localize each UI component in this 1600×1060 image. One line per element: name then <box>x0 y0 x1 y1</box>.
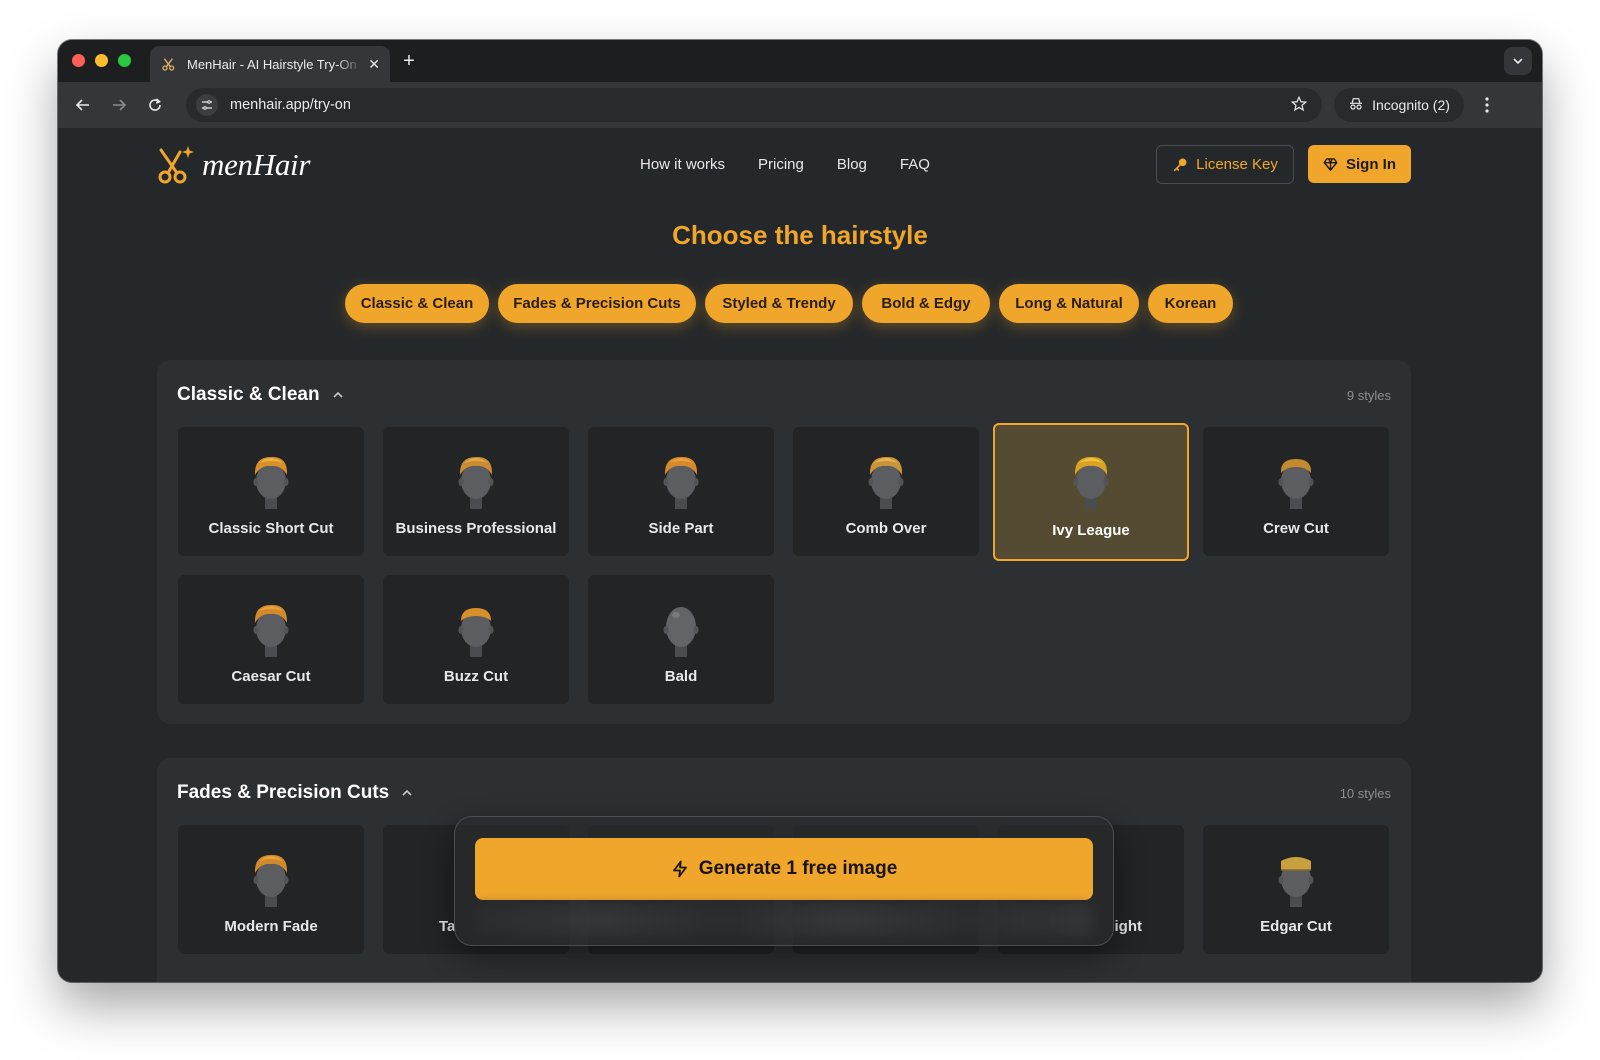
sign-in-button[interactable]: Sign In <box>1308 145 1411 183</box>
style-card-ivy-league[interactable]: Ivy League <box>993 423 1189 561</box>
section-header[interactable]: Fades & Precision Cuts <box>177 782 413 804</box>
tab-title: MenHair - AI Hairstyle Try-On <box>187 56 357 72</box>
style-card-comb-over[interactable]: Comb Over <box>793 427 979 556</box>
scissors-logo-icon <box>158 146 194 184</box>
incognito-label: Incognito (2) <box>1372 97 1450 113</box>
main-nav: How it works Pricing Blog FAQ <box>640 156 930 173</box>
nav-pricing[interactable]: Pricing <box>758 156 804 173</box>
generate-label: Generate 1 free image <box>698 858 898 879</box>
hairstyle-avatar-icon <box>1278 857 1314 907</box>
hairstyle-avatar-icon <box>663 456 699 509</box>
section-title: Fades & Precision Cuts <box>177 782 390 803</box>
style-card-edgar-cut[interactable]: Edgar Cut <box>1203 825 1389 954</box>
style-label: Ivy League <box>1052 522 1130 539</box>
browser-menu-icon[interactable] <box>1476 94 1498 116</box>
style-label: Buzz Cut <box>443 668 509 685</box>
chip-styled-trendy[interactable]: Styled & Trendy <box>705 284 853 323</box>
style-label: Crew Cut <box>1263 520 1329 537</box>
section-count: 9 styles <box>1346 388 1391 403</box>
license-key-label: License Key <box>1196 156 1278 173</box>
minimize-window-button[interactable] <box>95 54 108 67</box>
nav-faq[interactable]: FAQ <box>900 156 930 173</box>
logo-wordmark: menHair <box>202 147 311 182</box>
hairstyle-avatar-icon <box>458 608 494 657</box>
chip-bold-edgy[interactable]: Bold & Edgy <box>862 284 990 323</box>
key-icon <box>1174 158 1187 171</box>
close-window-button[interactable] <box>72 54 85 67</box>
maximize-window-button[interactable] <box>118 54 131 67</box>
hairstyle-avatar-icon <box>458 456 494 509</box>
hairstyle-avatar-icon <box>253 854 289 907</box>
site-settings-icon[interactable] <box>196 94 218 116</box>
hairstyle-avatar-icon <box>1278 459 1314 509</box>
hairstyle-avatar-icon <box>868 456 904 509</box>
style-label: Side Part <box>648 520 714 537</box>
reload-icon[interactable] <box>144 94 166 116</box>
diamond-icon <box>1323 157 1338 171</box>
license-key-button[interactable]: License Key <box>1156 145 1294 184</box>
incognito-icon <box>1348 96 1364 115</box>
style-card-caesar-cut[interactable]: Caesar Cut <box>178 575 364 704</box>
address-bar[interactable]: menhair.app/try-on <box>186 88 1322 122</box>
back-arrow-icon[interactable] <box>72 94 94 116</box>
style-label: Bald <box>664 668 698 685</box>
hairstyle-avatar-icon <box>253 604 289 657</box>
style-label: Edgar Cut <box>1260 918 1332 935</box>
sign-in-label: Sign In <box>1346 155 1396 173</box>
chevron-up-icon[interactable] <box>332 389 344 401</box>
style-card-crew-cut[interactable]: Crew Cut <box>1203 427 1389 556</box>
style-label: Comb Over <box>845 520 927 537</box>
browser-toolbar: menhair.app/try-on Incognito (2) <box>58 82 1542 128</box>
url-text: menhair.app/try-on <box>230 97 351 113</box>
incognito-button[interactable]: Incognito (2) <box>1334 88 1464 122</box>
section-classic-clean: Classic & Clean 9 styles Classic Short C… <box>157 360 1411 724</box>
nav-how-it-works[interactable]: How it works <box>640 156 725 173</box>
category-chips: Classic & Clean Fades & Precision Cuts S… <box>345 284 1233 323</box>
site-logo[interactable]: menHair <box>156 144 310 186</box>
browser-window: MenHair - AI Hairstyle Try-On ✕ + menhai… <box>58 40 1542 982</box>
style-label: Caesar Cut <box>231 668 311 685</box>
hairstyle-avatar-icon <box>253 456 289 509</box>
section-header[interactable]: Classic & Clean <box>177 384 344 406</box>
lightning-icon <box>672 860 687 878</box>
new-tab-icon[interactable]: + <box>398 50 420 72</box>
style-label: Classic Short Cut <box>208 520 334 537</box>
blurred-backdrop <box>475 905 1093 935</box>
forward-arrow-icon[interactable] <box>108 94 130 116</box>
section-title: Classic & Clean <box>177 384 320 405</box>
chip-classic-clean[interactable]: Classic & Clean <box>345 284 489 323</box>
tab-strip: MenHair - AI Hairstyle Try-On ✕ + <box>58 40 1542 82</box>
hairstyle-avatar-icon <box>663 607 699 657</box>
page-content: menHair How it works Pricing Blog FAQ Li… <box>58 128 1542 982</box>
style-card-business-professional[interactable]: Business Professional <box>383 427 569 556</box>
section-count: 10 styles <box>1339 786 1391 801</box>
style-card-bald[interactable]: Bald <box>588 575 774 704</box>
hairstyle-avatar-icon <box>1073 456 1109 509</box>
chip-fades-precision[interactable]: Fades & Precision Cuts <box>498 284 696 323</box>
chip-korean[interactable]: Korean <box>1148 284 1233 323</box>
page-title: Choose the hairstyle <box>672 220 928 250</box>
style-card-side-part[interactable]: Side Part <box>588 427 774 556</box>
style-label: Modern Fade <box>224 918 318 935</box>
style-label: Business Professional <box>395 520 557 537</box>
chip-long-natural[interactable]: Long & Natural <box>999 284 1139 323</box>
tab-close-icon[interactable]: ✕ <box>368 57 380 71</box>
browser-tab[interactable]: MenHair - AI Hairstyle Try-On ✕ <box>150 46 390 82</box>
generate-panel: Generate 1 free image <box>454 816 1114 946</box>
style-card-buzz-cut[interactable]: Buzz Cut <box>383 575 569 704</box>
style-card-classic-short-cut[interactable]: Classic Short Cut <box>178 427 364 556</box>
style-card-modern-fade[interactable]: Modern Fade <box>178 825 364 954</box>
scissors-favicon-icon <box>160 55 178 73</box>
generate-button[interactable]: Generate 1 free image <box>475 838 1093 900</box>
chevron-up-icon[interactable] <box>401 787 413 799</box>
nav-blog[interactable]: Blog <box>837 156 867 173</box>
tab-search-chevron-icon[interactable] <box>1504 47 1532 75</box>
bookmark-star-icon[interactable] <box>1290 95 1308 118</box>
